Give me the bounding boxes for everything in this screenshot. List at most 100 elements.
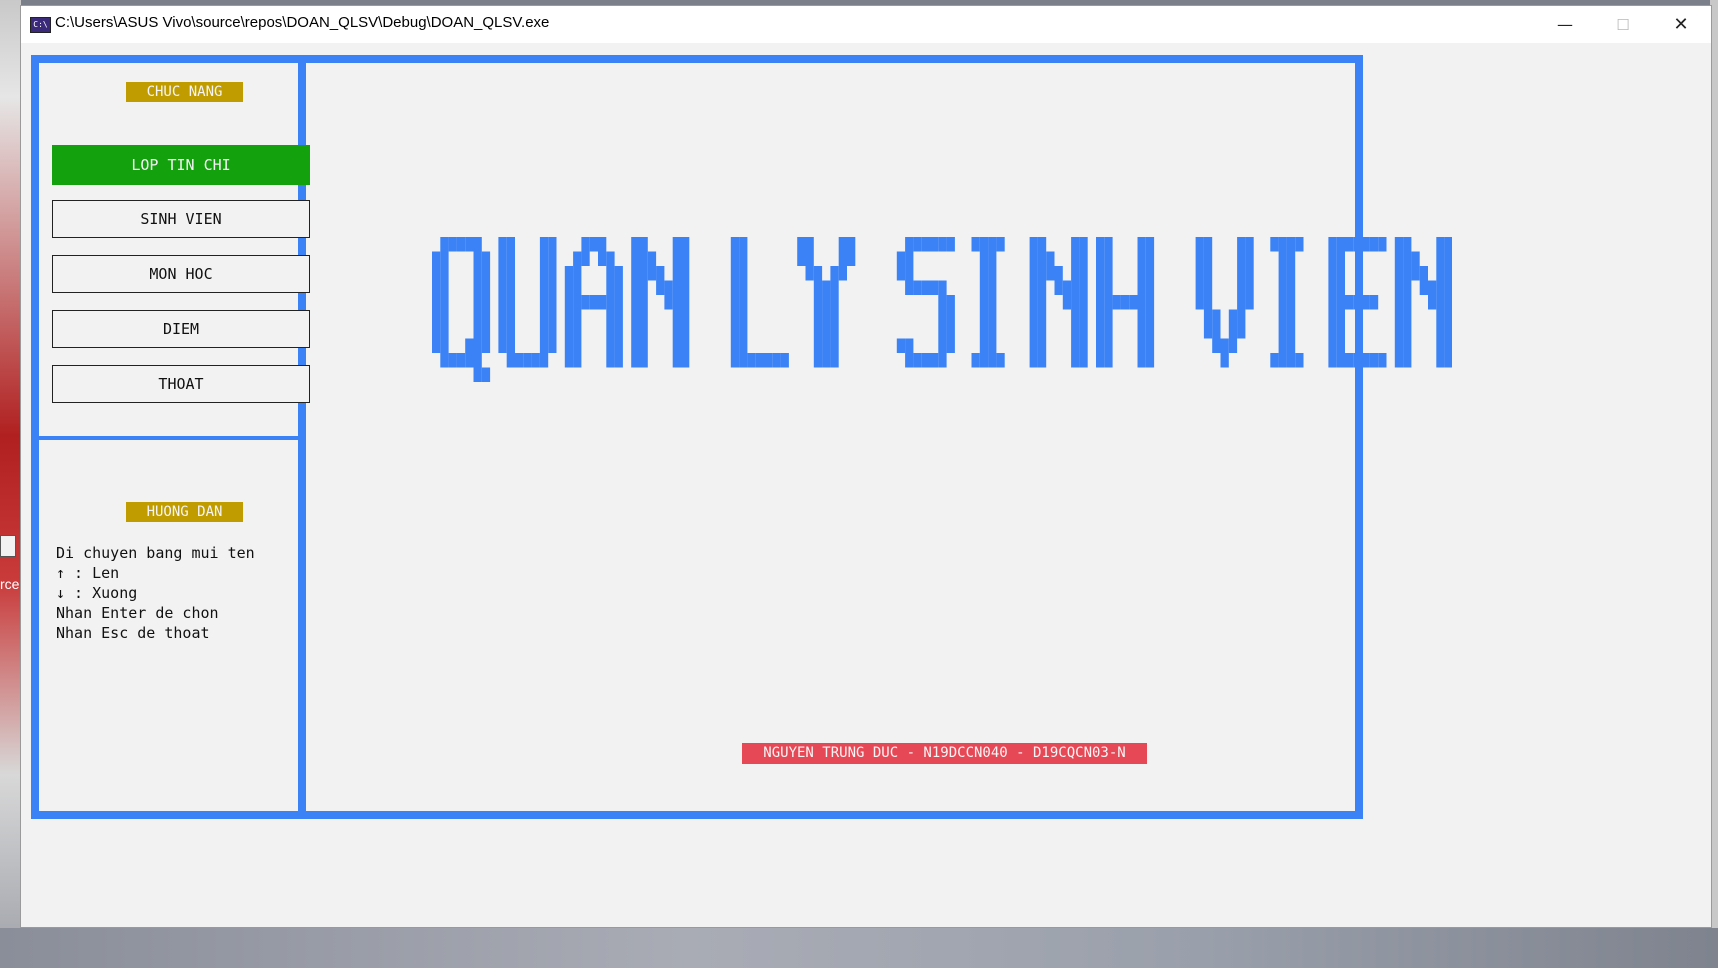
banner-pixel bbox=[1444, 309, 1452, 324]
banner-pixel bbox=[1203, 251, 1213, 266]
banner-pixel bbox=[1145, 295, 1155, 310]
close-button[interactable]: ✕ bbox=[1652, 6, 1710, 43]
banner-pixel bbox=[988, 237, 997, 252]
banner-pixel bbox=[506, 309, 515, 324]
banner-pixel bbox=[971, 237, 980, 252]
banner-pixel bbox=[1436, 338, 1445, 353]
banner-pixel bbox=[672, 251, 681, 266]
banner-pixel bbox=[1378, 237, 1387, 252]
banner-pixel bbox=[1245, 237, 1254, 252]
banner-letter-i bbox=[971, 237, 1005, 368]
banner-pixel bbox=[473, 367, 482, 382]
banner-pixel bbox=[473, 251, 482, 266]
banner-pixel bbox=[1286, 251, 1296, 266]
banner-pixel bbox=[896, 266, 906, 281]
banner-pixel bbox=[1436, 251, 1445, 266]
banner-pixel bbox=[1145, 251, 1155, 266]
banner-pixel bbox=[573, 295, 582, 310]
banner-pixel bbox=[830, 353, 839, 368]
banner-pixel bbox=[456, 353, 466, 368]
banner-pixel bbox=[1195, 295, 1204, 310]
banner-pixel bbox=[631, 324, 640, 339]
banner-pixel bbox=[739, 324, 748, 339]
banner-pixel bbox=[1062, 280, 1072, 295]
banner-pixel bbox=[672, 324, 681, 339]
banner-pixel bbox=[938, 280, 947, 295]
banner-pixel bbox=[672, 237, 681, 252]
banner-pixel bbox=[1286, 324, 1296, 339]
banner-pixel bbox=[1120, 295, 1130, 310]
banner-pixel bbox=[1145, 266, 1155, 281]
menu-lop-tin-chi-button[interactable]: LOP TIN CHI bbox=[52, 145, 310, 185]
banner-pixel bbox=[822, 338, 831, 353]
banner-pixel bbox=[1029, 280, 1038, 295]
banner-pixel bbox=[739, 309, 748, 324]
banner-pixel bbox=[440, 338, 449, 353]
banner-pixel bbox=[1071, 237, 1080, 252]
minimize-button[interactable]: — bbox=[1536, 6, 1594, 43]
banner-pixel bbox=[1096, 237, 1105, 252]
banner-pixel bbox=[988, 266, 997, 281]
banner-pixel bbox=[1062, 295, 1072, 310]
banner-pixel bbox=[539, 266, 549, 281]
banner-pixel bbox=[1071, 295, 1080, 310]
banner-pixel bbox=[681, 280, 690, 295]
banner-pixel bbox=[1195, 237, 1204, 252]
chuc-nang-label: CHUC NANG bbox=[126, 82, 243, 102]
banner-pixel bbox=[606, 338, 615, 353]
banner-pixel bbox=[1037, 295, 1047, 310]
banner-pixel bbox=[1145, 280, 1155, 295]
banner-pixel bbox=[1237, 266, 1246, 281]
banner-pixel bbox=[1037, 338, 1047, 353]
banner-pixel bbox=[1278, 353, 1287, 368]
banner-pixel bbox=[1104, 280, 1113, 295]
banner-pixel bbox=[1394, 295, 1404, 310]
menu-thoat-button[interactable]: THOAT bbox=[52, 365, 310, 403]
banner-pixel bbox=[639, 309, 648, 324]
banner-pixel bbox=[1137, 353, 1146, 368]
banner-letter-n bbox=[1394, 237, 1452, 368]
banner-pixel bbox=[639, 338, 648, 353]
banner-pixel bbox=[930, 353, 939, 368]
banner-pixel bbox=[1129, 295, 1138, 310]
banner-pixel bbox=[822, 353, 831, 368]
banner-pixel bbox=[1195, 280, 1204, 295]
desktop-file-icon[interactable] bbox=[0, 535, 16, 557]
banner-pixel bbox=[1270, 353, 1279, 368]
banner-pixel bbox=[1369, 353, 1379, 368]
banner-pixel bbox=[465, 338, 474, 353]
banner-pixel bbox=[1444, 353, 1452, 368]
banner-pixel bbox=[539, 353, 549, 368]
banner-pixel bbox=[1336, 295, 1345, 310]
banner-pixel bbox=[813, 309, 823, 324]
menu-diem-button[interactable]: DIEM bbox=[52, 310, 310, 348]
banner-pixel bbox=[1203, 309, 1213, 324]
menu-mon-hoc-button[interactable]: MON HOC bbox=[52, 255, 310, 293]
banner-pixel bbox=[1237, 324, 1246, 339]
banner-pixel bbox=[979, 237, 989, 252]
banner-pixel bbox=[1419, 280, 1428, 295]
banner-pixel bbox=[589, 295, 598, 310]
maximize-button[interactable]: ☐ bbox=[1594, 6, 1652, 43]
banner-pixel bbox=[440, 251, 449, 266]
banner-pixel bbox=[681, 353, 690, 368]
banner-pixel bbox=[905, 280, 914, 295]
banner-pixel bbox=[548, 251, 557, 266]
banner-pixel bbox=[1195, 251, 1204, 266]
banner-pixel bbox=[1286, 338, 1296, 353]
banner-pixel bbox=[1328, 353, 1337, 368]
banner-pixel bbox=[822, 280, 831, 295]
banner-pixel bbox=[971, 353, 980, 368]
banner-pixel bbox=[1203, 237, 1213, 252]
banner-pixel bbox=[498, 309, 507, 324]
banner-pixel bbox=[1112, 295, 1121, 310]
frame-top bbox=[31, 55, 1363, 63]
banner-pixel bbox=[1137, 266, 1146, 281]
title-bar[interactable]: C:\ C:\Users\ASUS Vivo\source\repos\DOAN… bbox=[21, 6, 1711, 43]
menu-sinh-vien-button[interactable]: SINH VIEN bbox=[52, 200, 310, 238]
banner-pixel bbox=[515, 353, 524, 368]
banner-pixel bbox=[440, 324, 449, 339]
banner-pixel bbox=[730, 338, 740, 353]
banner-pixel bbox=[1145, 338, 1155, 353]
banner-pixel bbox=[573, 353, 582, 368]
